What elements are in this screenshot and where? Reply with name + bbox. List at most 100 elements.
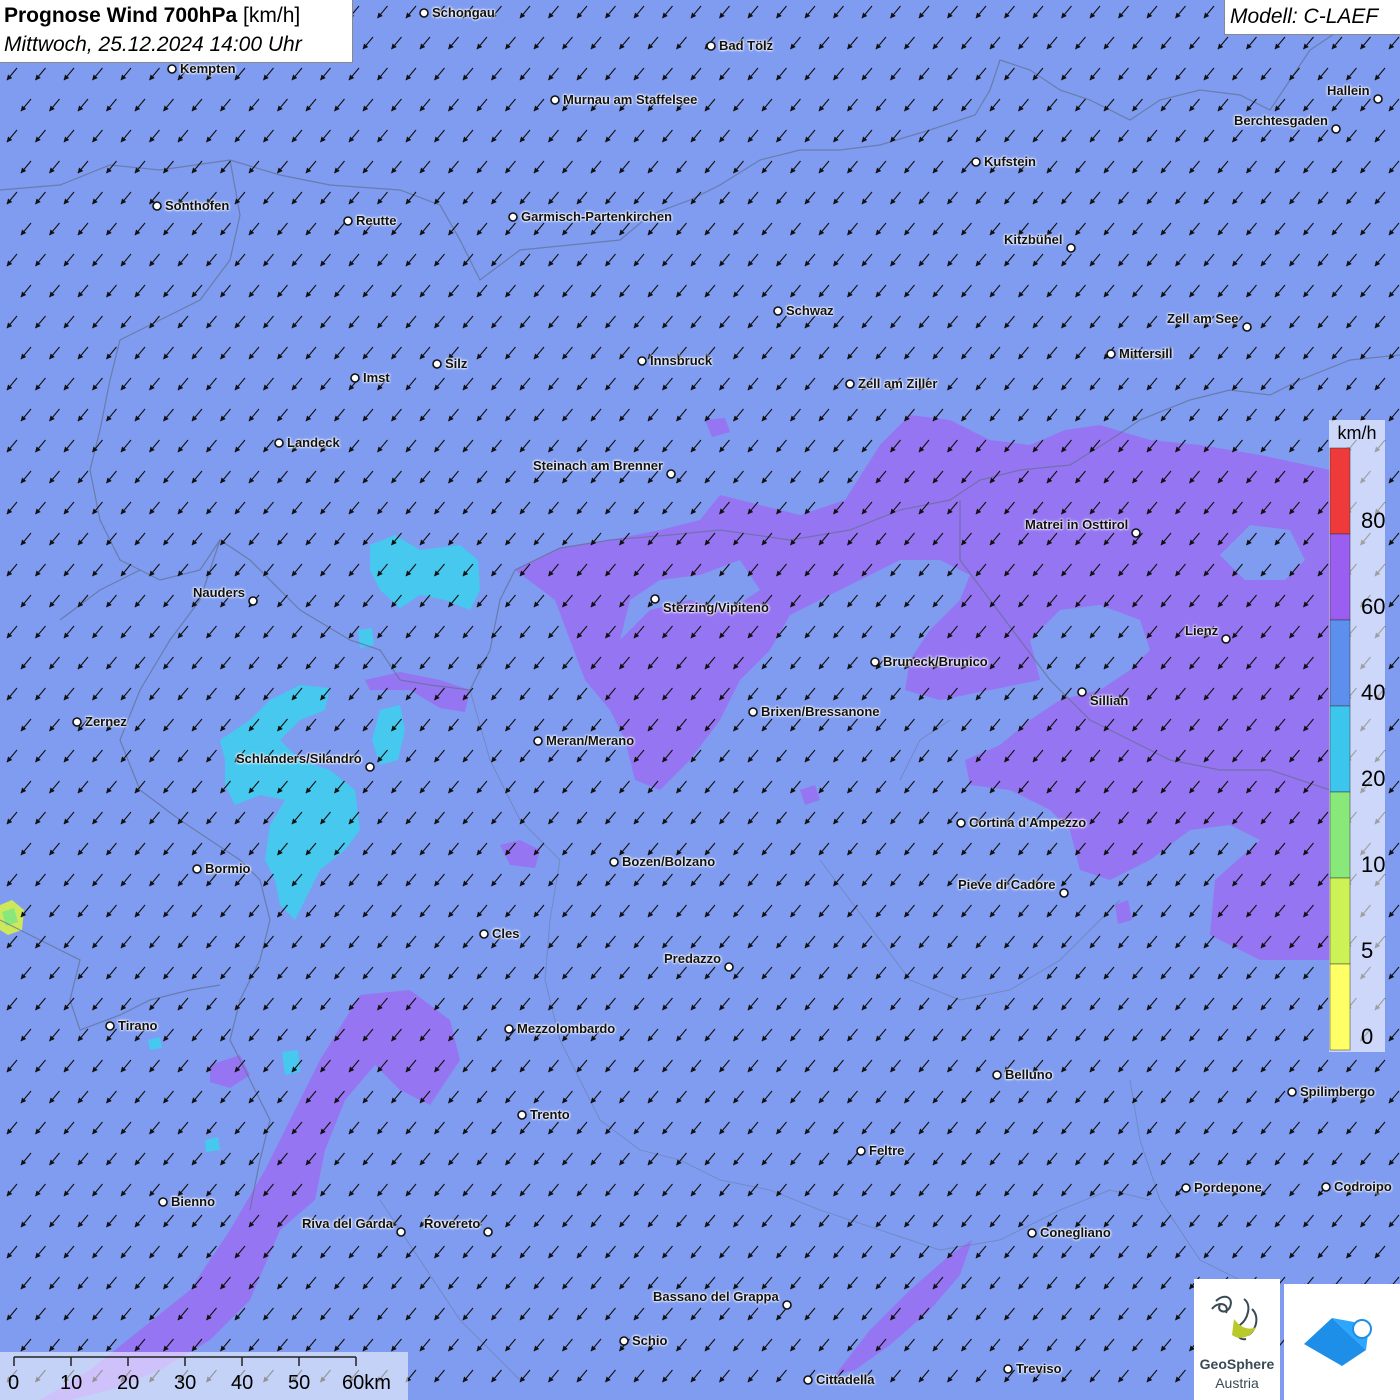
city-marker bbox=[1131, 528, 1141, 538]
city-label: Matrei in Osttirol bbox=[1025, 517, 1129, 532]
city-label: Belluno bbox=[1005, 1067, 1053, 1082]
scale-label-50: 50 bbox=[288, 1372, 311, 1394]
map-title-unit: [km/h] bbox=[237, 4, 301, 27]
city-marker bbox=[666, 469, 676, 479]
city-marker bbox=[1059, 888, 1069, 898]
legend-label-5: 5 bbox=[1361, 938, 1374, 963]
map-title: Prognose Wind 700hPa [km/h] bbox=[4, 4, 300, 28]
city-label: Kitzbühel bbox=[1004, 232, 1063, 247]
legend-swatch-10 bbox=[1329, 791, 1351, 879]
city-marker bbox=[609, 857, 619, 867]
city-label: Sillian bbox=[1090, 693, 1129, 708]
color-legend: km/h 80 60 40 20 10 5 0 bbox=[1329, 420, 1385, 1052]
legend-label-40: 40 bbox=[1361, 680, 1386, 705]
city-label: Schio bbox=[632, 1333, 668, 1348]
city-label: Zernez bbox=[85, 714, 127, 729]
scale-label-60: 60km bbox=[342, 1372, 391, 1394]
city-marker bbox=[152, 201, 162, 211]
city-label: Silz bbox=[445, 356, 468, 371]
city-label: Lienz bbox=[1185, 623, 1219, 638]
city-label: Trento bbox=[530, 1107, 570, 1122]
legend-label-60: 60 bbox=[1361, 594, 1386, 619]
city-label: Hallein bbox=[1327, 83, 1370, 98]
city-marker bbox=[72, 717, 82, 727]
city-label: Imst bbox=[363, 370, 390, 385]
city-marker bbox=[550, 95, 560, 105]
city-label: Bassano del Grappa bbox=[653, 1289, 779, 1304]
city-label: Feltre bbox=[869, 1143, 905, 1158]
city-marker bbox=[748, 707, 758, 717]
scale-label-20: 20 bbox=[117, 1372, 140, 1394]
city-label: Cortina d'Ampezzo bbox=[969, 815, 1087, 830]
city-label: Codroipo bbox=[1334, 1179, 1392, 1194]
city-marker bbox=[706, 41, 716, 51]
scale-label-40: 40 bbox=[231, 1372, 254, 1394]
city-label: Mittersill bbox=[1119, 346, 1173, 361]
city-marker bbox=[1321, 1182, 1331, 1192]
city-label: Schlanders/Silandro bbox=[236, 751, 362, 766]
city-marker bbox=[105, 1021, 115, 1031]
city-marker bbox=[773, 306, 783, 316]
legend-swatch-20 bbox=[1329, 705, 1351, 793]
city-label: Meran/Merano bbox=[546, 733, 635, 748]
legend-label-80: 80 bbox=[1361, 508, 1386, 533]
city-marker bbox=[1077, 687, 1087, 697]
city-label: Riva del Garda bbox=[302, 1216, 394, 1231]
city-marker bbox=[274, 438, 284, 448]
city-label: Bad Tölz bbox=[719, 38, 774, 53]
city-marker bbox=[508, 212, 518, 222]
city-label: Nauders bbox=[193, 585, 246, 600]
city-label: Sterzing/Vipiteno bbox=[663, 600, 769, 615]
title-panel: Prognose Wind 700hPa [km/h] Mittwoch, 25… bbox=[0, 0, 353, 63]
city-marker bbox=[248, 596, 258, 606]
city-marker bbox=[650, 594, 660, 604]
city-marker bbox=[504, 1024, 514, 1034]
city-label: Pieve di Cadore bbox=[958, 877, 1056, 892]
legend-swatch-0 bbox=[1329, 963, 1351, 1051]
city-marker bbox=[956, 818, 966, 828]
city-label: Landeck bbox=[287, 435, 340, 450]
city-marker bbox=[192, 864, 202, 874]
city-marker bbox=[637, 356, 647, 366]
legend-swatch-5 bbox=[1329, 877, 1351, 965]
city-marker bbox=[1373, 94, 1383, 104]
city-marker bbox=[1331, 124, 1341, 134]
city-label: Bormio bbox=[205, 861, 251, 876]
scale-label-10: 10 bbox=[60, 1372, 83, 1394]
city-label: Conegliano bbox=[1040, 1225, 1111, 1240]
city-label: Rovereto bbox=[424, 1216, 481, 1231]
city-marker bbox=[845, 379, 855, 389]
legend-label-20: 20 bbox=[1361, 766, 1386, 791]
city-label: Steinach am Brenner bbox=[533, 458, 664, 473]
app-logo[interactable] bbox=[1284, 1284, 1400, 1400]
city-marker bbox=[396, 1227, 406, 1237]
geosphere-emblem-icon bbox=[1211, 1295, 1258, 1341]
legend-swatch-40 bbox=[1329, 619, 1351, 707]
city-label: Zell am See bbox=[1167, 311, 1239, 326]
city-label: Predazzo bbox=[664, 951, 722, 966]
scale-bar: 0 10 20 30 40 50 60km bbox=[0, 1352, 408, 1400]
city-marker bbox=[971, 157, 981, 167]
geosphere-country: Austria bbox=[1215, 1375, 1259, 1391]
legend-swatch-80 bbox=[1329, 447, 1351, 535]
city-label: Bozen/Bolzano bbox=[622, 854, 716, 869]
city-marker bbox=[1242, 322, 1252, 332]
city-marker bbox=[1066, 243, 1076, 253]
city-marker bbox=[533, 736, 543, 746]
city-label: Brixen/Bressanone bbox=[761, 704, 880, 719]
city-marker bbox=[158, 1197, 168, 1207]
geosphere-logo[interactable]: GeoSphere Austria bbox=[1194, 1279, 1280, 1400]
city-label: Cittadella bbox=[816, 1372, 875, 1387]
city-marker bbox=[432, 359, 442, 369]
city-label: Zell am Ziller bbox=[858, 376, 938, 391]
city-label: Sonthofen bbox=[165, 198, 230, 213]
scale-label-30: 30 bbox=[174, 1372, 197, 1394]
city-label: Kempten bbox=[180, 61, 236, 76]
city-marker bbox=[1027, 1228, 1037, 1238]
forecast-datetime: Mittwoch, 25.12.2024 14:00 Uhr bbox=[4, 33, 302, 56]
city-marker bbox=[619, 1336, 629, 1346]
city-label: Cles bbox=[492, 926, 520, 941]
city-marker bbox=[517, 1110, 527, 1120]
city-marker bbox=[1221, 634, 1231, 644]
city-label: Treviso bbox=[1016, 1361, 1062, 1376]
